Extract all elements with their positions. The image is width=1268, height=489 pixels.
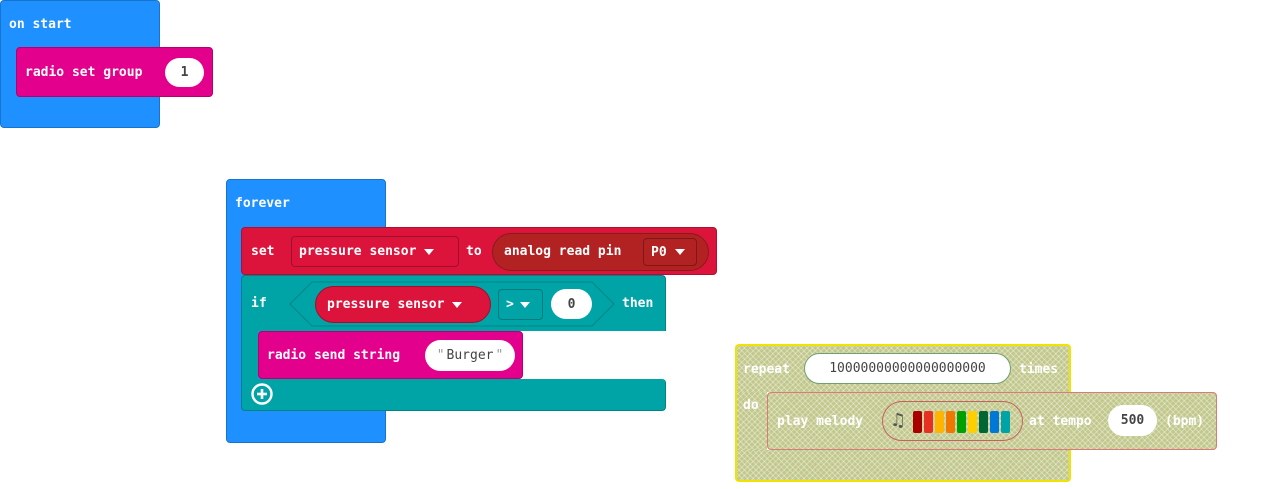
repeat-label: repeat: [743, 362, 790, 377]
compare-value-input[interactable]: 0: [551, 289, 592, 319]
melody-note-bar: [990, 411, 999, 433]
melody-note-bar: [957, 411, 966, 433]
operator-dropdown[interactable]: >: [498, 289, 543, 320]
pin-dropdown-label: P0: [651, 244, 667, 260]
to-label: to: [466, 244, 482, 259]
if-then-block[interactable]: if pressure sensor > 0 then: [241, 275, 666, 331]
if-label: if: [251, 296, 267, 311]
melody-note-bar: [935, 411, 944, 433]
bpm-label: (bpm): [1165, 414, 1205, 429]
repeat-block-footer: [735, 450, 1071, 482]
analog-read-label: analog read pin: [504, 244, 622, 259]
left-variable-reporter[interactable]: pressure sensor: [315, 286, 491, 323]
analog-read-pin-block[interactable]: analog read pin P0: [492, 233, 709, 271]
chevron-down-icon: [674, 249, 685, 255]
play-melody-block[interactable]: play melody ♫ at tempo 500 (bpm): [767, 392, 1217, 450]
on-start-label: on start: [9, 17, 72, 32]
send-string-value: Burger: [446, 348, 494, 363]
melody-note-bar: [924, 411, 933, 433]
forever-label: forever: [235, 196, 290, 211]
melody-note-bar: [1001, 411, 1010, 433]
variable-dropdown[interactable]: pressure sensor: [291, 236, 459, 267]
operator-label: >: [506, 297, 514, 312]
send-string-input[interactable]: " Burger ": [425, 340, 515, 371]
melody-note-bar: [946, 411, 955, 433]
set-label: set: [251, 244, 275, 259]
do-label: do: [743, 398, 759, 413]
group-number-input[interactable]: 1: [165, 58, 204, 87]
if-block-spine: [241, 331, 258, 379]
tempo-input[interactable]: 500: [1108, 405, 1157, 436]
plus-circle-icon[interactable]: [250, 382, 274, 406]
pin-dropdown[interactable]: P0: [643, 238, 697, 266]
repeat-count-input[interactable]: 10000000000000000000: [804, 353, 1011, 384]
radio-send-string-block[interactable]: radio send string " Burger ": [258, 331, 523, 379]
then-label: then: [622, 296, 654, 311]
radio-set-group-block[interactable]: radio set group 1: [16, 47, 213, 97]
chevron-down-icon: [519, 301, 530, 308]
melody-note-bar: [968, 411, 977, 433]
at-tempo-label: at tempo: [1029, 414, 1092, 429]
melody-editor-field[interactable]: ♫: [882, 401, 1023, 441]
chevron-down-icon: [424, 248, 435, 255]
set-variable-block[interactable]: set pressure sensor to analog read pin P…: [241, 227, 717, 275]
repeat-block-spine: do: [735, 392, 767, 450]
music-note-icon: ♫: [890, 410, 907, 431]
left-variable-label: pressure sensor: [327, 297, 445, 312]
if-block-footer: [241, 379, 666, 411]
melody-note-bars: [913, 411, 1010, 433]
repeat-block[interactable]: repeat 10000000000000000000 times: [735, 344, 1071, 392]
melody-note-bar: [979, 411, 988, 433]
variable-dropdown-label: pressure sensor: [299, 244, 417, 259]
radio-set-group-label: radio set group: [25, 65, 143, 80]
times-label: times: [1019, 362, 1059, 377]
play-melody-label: play melody: [777, 414, 864, 429]
melody-note-bar: [913, 411, 922, 433]
radio-send-string-label: radio send string: [267, 348, 401, 363]
chevron-down-icon: [452, 301, 463, 308]
